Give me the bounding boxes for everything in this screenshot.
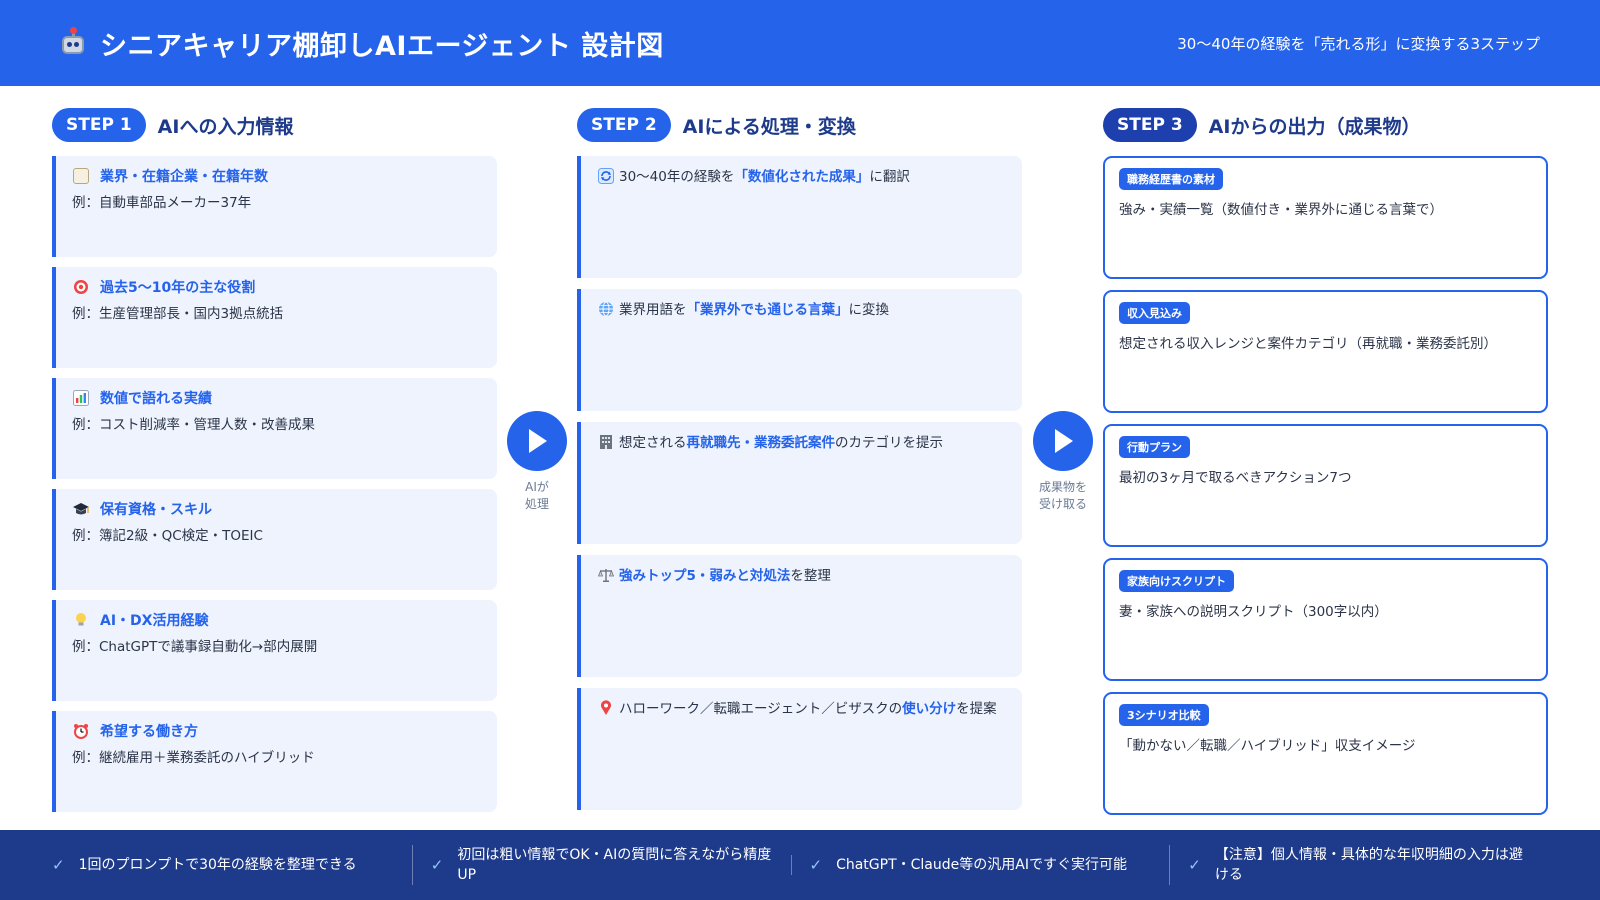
input-card-achievements: 数値で語れる実績 例：コスト削減率・管理人数・改善成果	[52, 378, 497, 479]
output-desc: 想定される収入レンジと案件カテゴリ（再就職・業務委託別）	[1119, 336, 1497, 352]
header: シニアキャリア棚卸しAIエージェント 設計図 30〜40年の経験を「売れる形」に…	[0, 0, 1600, 86]
clipboard-icon	[72, 167, 90, 185]
step2-badge: STEP 2	[577, 108, 671, 142]
building-icon	[597, 433, 615, 451]
arrow-step1-to-step2: AIが 処理	[507, 411, 567, 513]
check-icon: ✓	[1188, 856, 1201, 874]
output-label: 家族向けスクリプト	[1119, 570, 1234, 592]
refresh-icon	[597, 167, 615, 185]
output-label: 収入見込み	[1119, 302, 1190, 324]
step2-column: STEP 2 AIによる処理・変換 30〜40年の経験を「数値化された成果」に翻…	[577, 108, 1022, 821]
step3-column: STEP 3 AIからの出力（成果物） 職務経歴書の素材 強み・実績一覧（数値付…	[1103, 108, 1548, 826]
step1-header: STEP 1 AIへの入力情報	[52, 108, 497, 142]
output-label: 行動プラン	[1119, 436, 1190, 458]
pin-icon	[597, 699, 615, 717]
step3-header: STEP 3 AIからの出力（成果物）	[1103, 108, 1548, 142]
robot-icon	[60, 27, 86, 56]
arrow-step2-to-step3: 成果物を 受け取る	[1033, 411, 1093, 513]
output-desc: 強み・実績一覧（数値付き・業界外に通じる言葉で）	[1119, 202, 1443, 218]
process-card-channels: ハローワーク／転職エージェント／ビザスクの使い分けを提案	[577, 688, 1022, 810]
output-desc: 最初の3ヶ月で取るべきアクション7つ	[1119, 470, 1352, 486]
step1-column: STEP 1 AIへの入力情報 業界・在籍企業・在籍年数 例：自動車部品メーカー…	[52, 108, 497, 822]
input-card-skills: 保有資格・スキル 例：簿記2級・QC検定・TOEIC	[52, 489, 497, 590]
footer-item: ✓ 1回のプロンプトで30年の経験を整理できる	[52, 856, 357, 874]
input-card-title: 希望する働き方	[100, 724, 198, 740]
input-card-desc: 例：コスト削減率・管理人数・改善成果	[72, 417, 315, 433]
input-card-desc: 例：ChatGPTで議事録自動化→部内展開	[72, 639, 318, 655]
output-card-income: 収入見込み 想定される収入レンジと案件カテゴリ（再就職・業務委託別）	[1103, 290, 1548, 413]
output-desc: 「動かない／転職／ハイブリッド」収支イメージ	[1119, 738, 1416, 754]
footer: ✓ 1回のプロンプトで30年の経験を整理できる ✓ 初回は粗い情報でOK・AIの…	[0, 830, 1600, 900]
input-card-workstyle: 希望する働き方 例：継続雇用＋業務委託のハイブリッド	[52, 711, 497, 812]
output-label: 3シナリオ比較	[1119, 704, 1209, 726]
input-card-desc: 例：生産管理部長・国内3拠点統括	[72, 306, 284, 322]
input-card-desc: 例：簿記2級・QC検定・TOEIC	[72, 528, 263, 544]
check-icon: ✓	[430, 856, 444, 874]
lightbulb-icon	[72, 611, 90, 629]
input-card-title: 業界・在籍企業・在籍年数	[100, 169, 268, 185]
page-subtitle: 30〜40年の経験を「売れる形」に変換する3ステップ	[1177, 34, 1540, 53]
input-card-ai-dx: AI・DX活用経験 例：ChatGPTで議事録自動化→部内展開	[52, 600, 497, 701]
footer-item: ✓ ChatGPT・Claude等の汎用AIですぐ実行可能	[790, 855, 1170, 875]
output-card-scenarios: 3シナリオ比較 「動かない／転職／ハイブリッド」収支イメージ	[1103, 692, 1548, 815]
check-icon: ✓	[52, 856, 65, 874]
footer-item: ✓ 初回は粗い情報でOK・AIの質問に答えながら精度UP	[411, 845, 791, 885]
page-title: シニアキャリア棚卸しAIエージェント 設計図	[100, 30, 664, 62]
step1-title: AIへの入力情報	[157, 115, 294, 138]
step3-title: AIからの出力（成果物）	[1208, 115, 1421, 138]
arrow-label: AIが 処理	[524, 480, 549, 511]
bar-chart-icon	[72, 389, 90, 407]
output-card-action-plan: 行動プラン 最初の3ヶ月で取るべきアクション7つ	[1103, 424, 1548, 547]
step2-header: STEP 2 AIによる処理・変換	[577, 108, 1022, 142]
input-card-desc: 例：継続雇用＋業務委託のハイブリッド	[72, 750, 315, 766]
arrow-label: 成果物を 受け取る	[1038, 480, 1087, 511]
footer-item: ✓ 【注意】個人情報・具体的な年収明細の入力は避ける	[1169, 845, 1548, 885]
input-card-title: AI・DX活用経験	[100, 613, 209, 629]
output-label: 職務経歴書の素材	[1119, 168, 1223, 190]
process-card-categories: 想定される再就職先・業務委託案件のカテゴリを提示	[577, 422, 1022, 544]
input-card-desc: 例：自動車部品メーカー37年	[72, 195, 252, 211]
step1-badge: STEP 1	[52, 108, 146, 142]
play-arrow-icon	[507, 411, 567, 471]
header-left: シニアキャリア棚卸しAIエージェント 設計図	[60, 24, 664, 63]
input-card-title: 過去5〜10年の主な役割	[100, 280, 256, 296]
scales-icon	[597, 566, 615, 584]
step3-badge: STEP 3	[1103, 108, 1197, 142]
alarm-clock-icon	[72, 722, 90, 740]
process-card-strengths: 強みトップ5・弱みと対処法を整理	[577, 555, 1022, 677]
check-icon: ✓	[809, 856, 823, 874]
output-desc: 妻・家族への説明スクリプト（300字以内）	[1119, 604, 1388, 620]
play-arrow-icon	[1033, 411, 1093, 471]
step2-title: AIによる処理・変換	[682, 115, 856, 138]
output-card-family-script: 家族向けスクリプト 妻・家族への説明スクリプト（300字以内）	[1103, 558, 1548, 681]
target-icon	[72, 278, 90, 296]
globe-icon	[597, 300, 615, 318]
input-card-role: 過去5〜10年の主な役割 例：生産管理部長・国内3拠点統括	[52, 267, 497, 368]
process-card-translate: 業界用語を「業界外でも通じる言葉」に変換	[577, 289, 1022, 411]
process-card-quantify: 30〜40年の経験を「数値化された成果」に翻訳	[577, 156, 1022, 278]
graduation-cap-icon	[72, 500, 90, 518]
input-card-title: 数値で語れる実績	[100, 391, 212, 407]
input-card-title: 保有資格・スキル	[100, 502, 212, 518]
output-card-resume: 職務経歴書の素材 強み・実績一覧（数値付き・業界外に通じる言葉で）	[1103, 156, 1548, 279]
input-card-industry: 業界・在籍企業・在籍年数 例：自動車部品メーカー37年	[52, 156, 497, 257]
